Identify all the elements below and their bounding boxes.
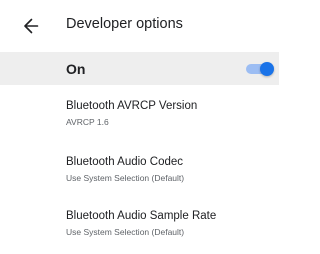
toggle-thumb: [260, 62, 274, 76]
pref-bluetooth-audio-codec[interactable]: Bluetooth Audio Codec Use System Selecti…: [0, 156, 279, 200]
arrow-back-icon: [24, 18, 39, 34]
developer-options-toggle[interactable]: [246, 62, 274, 76]
pref-title: Bluetooth Audio Sample Rate: [66, 210, 217, 222]
pref-title: Bluetooth Audio Codec: [66, 156, 184, 168]
pref-summary: AVRCP 1.6: [66, 117, 109, 127]
page-title: Developer options: [66, 16, 183, 32]
toolbar: Developer options: [0, 0, 279, 52]
pref-summary: Use System Selection (Default): [66, 227, 185, 237]
back-button[interactable]: [21, 17, 41, 35]
pref-summary: Use System Selection (Default): [66, 173, 185, 183]
pref-bluetooth-audio-sample-rate[interactable]: Bluetooth Audio Sample Rate Use System S…: [0, 210, 279, 254]
pref-title: Bluetooth AVRCP Version: [66, 100, 198, 112]
main-switch-bar[interactable]: On: [0, 52, 279, 85]
pref-bluetooth-avrcp-version[interactable]: Bluetooth AVRCP Version AVRCP 1.6: [0, 100, 279, 144]
main-switch-label: On: [66, 61, 86, 77]
